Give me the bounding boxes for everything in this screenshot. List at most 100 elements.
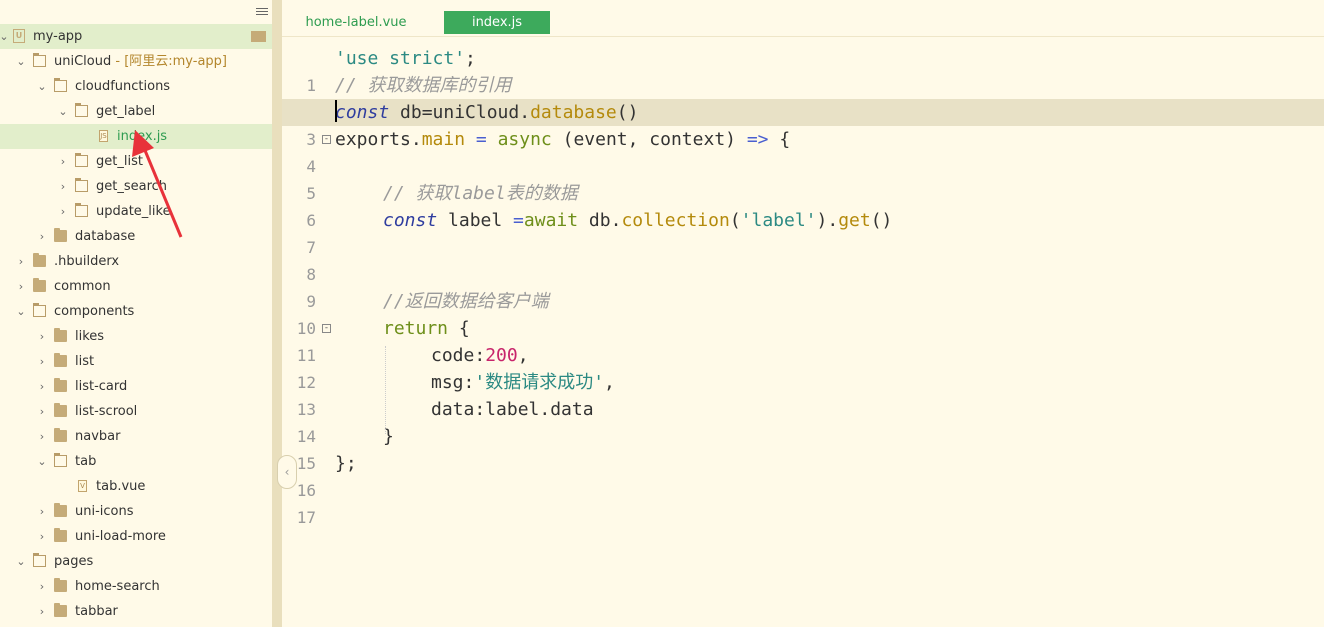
- tab-index-js[interactable]: index.js: [444, 11, 550, 34]
- chevron-right-icon[interactable]: ›: [36, 374, 48, 399]
- code-line: 11 - return {: [282, 315, 1324, 365]
- folder-icon: [33, 253, 46, 267]
- chevron-right-icon[interactable]: ›: [15, 249, 27, 274]
- tree-label: components: [54, 304, 135, 319]
- code-line: 17: [282, 477, 1324, 527]
- tree-label: list-scrool: [75, 404, 138, 419]
- tree-item-index-js[interactable]: JS index.js: [0, 124, 272, 149]
- tree-item-list-card[interactable]: › list-card: [0, 374, 272, 399]
- tree-label: home-search: [75, 579, 160, 594]
- tree-label: tab.vue: [96, 479, 146, 494]
- folder-open-icon: [32, 53, 46, 67]
- code-line: 9: [282, 261, 1324, 311]
- tree-item-pages[interactable]: ⌄ pages: [0, 549, 272, 574]
- chevron-down-icon[interactable]: ⌄: [15, 49, 27, 74]
- tree-item-update-like[interactable]: › update_like: [0, 199, 272, 224]
- code-line: 15 }: [282, 423, 1324, 473]
- tree-label: cloudfunctions: [75, 79, 171, 94]
- menu-icon[interactable]: [256, 6, 268, 18]
- tree-item-home-search[interactable]: › home-search: [0, 574, 272, 599]
- folder-icon: [54, 603, 67, 617]
- folder-icon: [54, 403, 67, 417]
- project-icon: U: [13, 29, 25, 43]
- chevron-right-icon[interactable]: ›: [57, 149, 69, 174]
- chevron-down-icon[interactable]: ⌄: [36, 449, 48, 474]
- tree-label: database: [75, 229, 136, 244]
- tree-label: tabbar: [75, 604, 118, 619]
- chevron-right-icon[interactable]: ›: [36, 349, 48, 374]
- chevron-right-icon[interactable]: ›: [36, 224, 48, 249]
- tree-item-list-scrool[interactable]: › list-scrool: [0, 399, 272, 424]
- chevron-right-icon[interactable]: ›: [36, 324, 48, 349]
- code-line: 1 'use strict';: [282, 45, 1324, 95]
- folder-icon: [54, 428, 67, 442]
- tree-item-get-list[interactable]: › get_list: [0, 149, 272, 174]
- tree-label: get_list: [96, 154, 143, 169]
- tree-root-my-app[interactable]: ⌄ U my-app: [0, 24, 272, 49]
- chevron-right-icon[interactable]: ›: [36, 574, 48, 599]
- tree-label: pages: [54, 554, 94, 569]
- chevron-right-icon[interactable]: ›: [57, 174, 69, 199]
- chevron-down-icon[interactable]: ⌄: [0, 24, 10, 49]
- folder-icon: [54, 228, 67, 242]
- folder-icon: [33, 278, 46, 292]
- tree-item-hbuilderx[interactable]: › .hbuilderx: [0, 249, 272, 274]
- tree-label: index.js: [117, 129, 168, 144]
- sidebar-splitter[interactable]: [272, 0, 282, 627]
- text-cursor: [335, 100, 337, 122]
- folder-icon: [54, 328, 67, 342]
- tree-item-unicloud[interactable]: ⌄ uniCloud - [阿里云:my-app]: [0, 49, 272, 74]
- code-line: 4 - exports.main = async (event, context…: [282, 126, 1324, 176]
- tree-item-cloudfunctions[interactable]: ⌄ cloudfunctions: [0, 74, 272, 99]
- tab-home-label-vue[interactable]: home-label.vue: [300, 11, 412, 34]
- code-line: 7 const label =await db.collection('labe…: [282, 207, 1324, 257]
- folder-icon: [54, 353, 67, 367]
- chevron-down-icon[interactable]: ⌄: [15, 549, 27, 574]
- folder-icon: [54, 503, 67, 517]
- chevron-right-icon[interactable]: ›: [36, 499, 48, 524]
- chevron-right-icon[interactable]: ›: [36, 399, 48, 424]
- tree-item-get-search[interactable]: › get_search: [0, 174, 272, 199]
- chevron-down-icon[interactable]: ⌄: [15, 299, 27, 324]
- tree-item-uni-icons[interactable]: › uni-icons: [0, 499, 272, 524]
- chevron-right-icon[interactable]: ›: [57, 199, 69, 224]
- tree-label: list-card: [75, 379, 128, 394]
- code-line: 6 // 获取label表的数据: [282, 180, 1324, 230]
- code-line-current: 3 const db=uniCloud.database(): [282, 99, 1324, 149]
- tree-item-list[interactable]: › list: [0, 349, 272, 374]
- fold-toggle-icon[interactable]: -: [322, 324, 331, 333]
- tree-item-tab-vue[interactable]: V tab.vue: [0, 474, 272, 499]
- tree-item-navbar[interactable]: › navbar: [0, 424, 272, 449]
- fold-toggle-icon[interactable]: -: [322, 135, 331, 144]
- chevron-down-icon[interactable]: ⌄: [57, 99, 69, 124]
- chevron-right-icon[interactable]: ›: [36, 424, 48, 449]
- tree-label: update_like: [96, 204, 171, 219]
- tree-item-database[interactable]: › database: [0, 224, 272, 249]
- tree-label: list: [75, 354, 95, 369]
- line-number: 17: [296, 508, 316, 527]
- tree-label: get_label: [96, 104, 156, 119]
- code-editor[interactable]: 1 'use strict'; 2 // 获取数据库的引用 3 const db…: [282, 44, 1324, 627]
- tree-item-tab[interactable]: ⌄ tab: [0, 449, 272, 474]
- chevron-right-icon[interactable]: ›: [36, 599, 48, 624]
- tree-item-likes[interactable]: › likes: [0, 324, 272, 349]
- vue-file-icon: V: [78, 480, 87, 492]
- chevron-right-icon[interactable]: ›: [36, 524, 48, 549]
- code-line: 13 msg:'数据请求成功',: [282, 369, 1324, 419]
- tree-item-uni-load-more[interactable]: › uni-load-more: [0, 524, 272, 549]
- tree-item-common[interactable]: › common: [0, 274, 272, 299]
- tree-label: tab: [75, 454, 97, 469]
- tree-item-tabbar[interactable]: › tabbar: [0, 599, 272, 624]
- tree-item-get-label[interactable]: ⌄ get_label: [0, 99, 272, 124]
- code-line: 5: [282, 153, 1324, 203]
- tree-label: navbar: [75, 429, 121, 444]
- tree-item-components[interactable]: ⌄ components: [0, 299, 272, 324]
- folder-open-icon: [32, 553, 46, 567]
- folder-icon: [74, 203, 88, 217]
- folder-icon: [74, 153, 88, 167]
- chevron-right-icon[interactable]: ›: [15, 274, 27, 299]
- folder-icon: [74, 178, 88, 192]
- tree-label: get_search: [96, 179, 168, 194]
- chevron-down-icon[interactable]: ⌄: [36, 74, 48, 99]
- tree-label: .hbuilderx: [54, 254, 120, 269]
